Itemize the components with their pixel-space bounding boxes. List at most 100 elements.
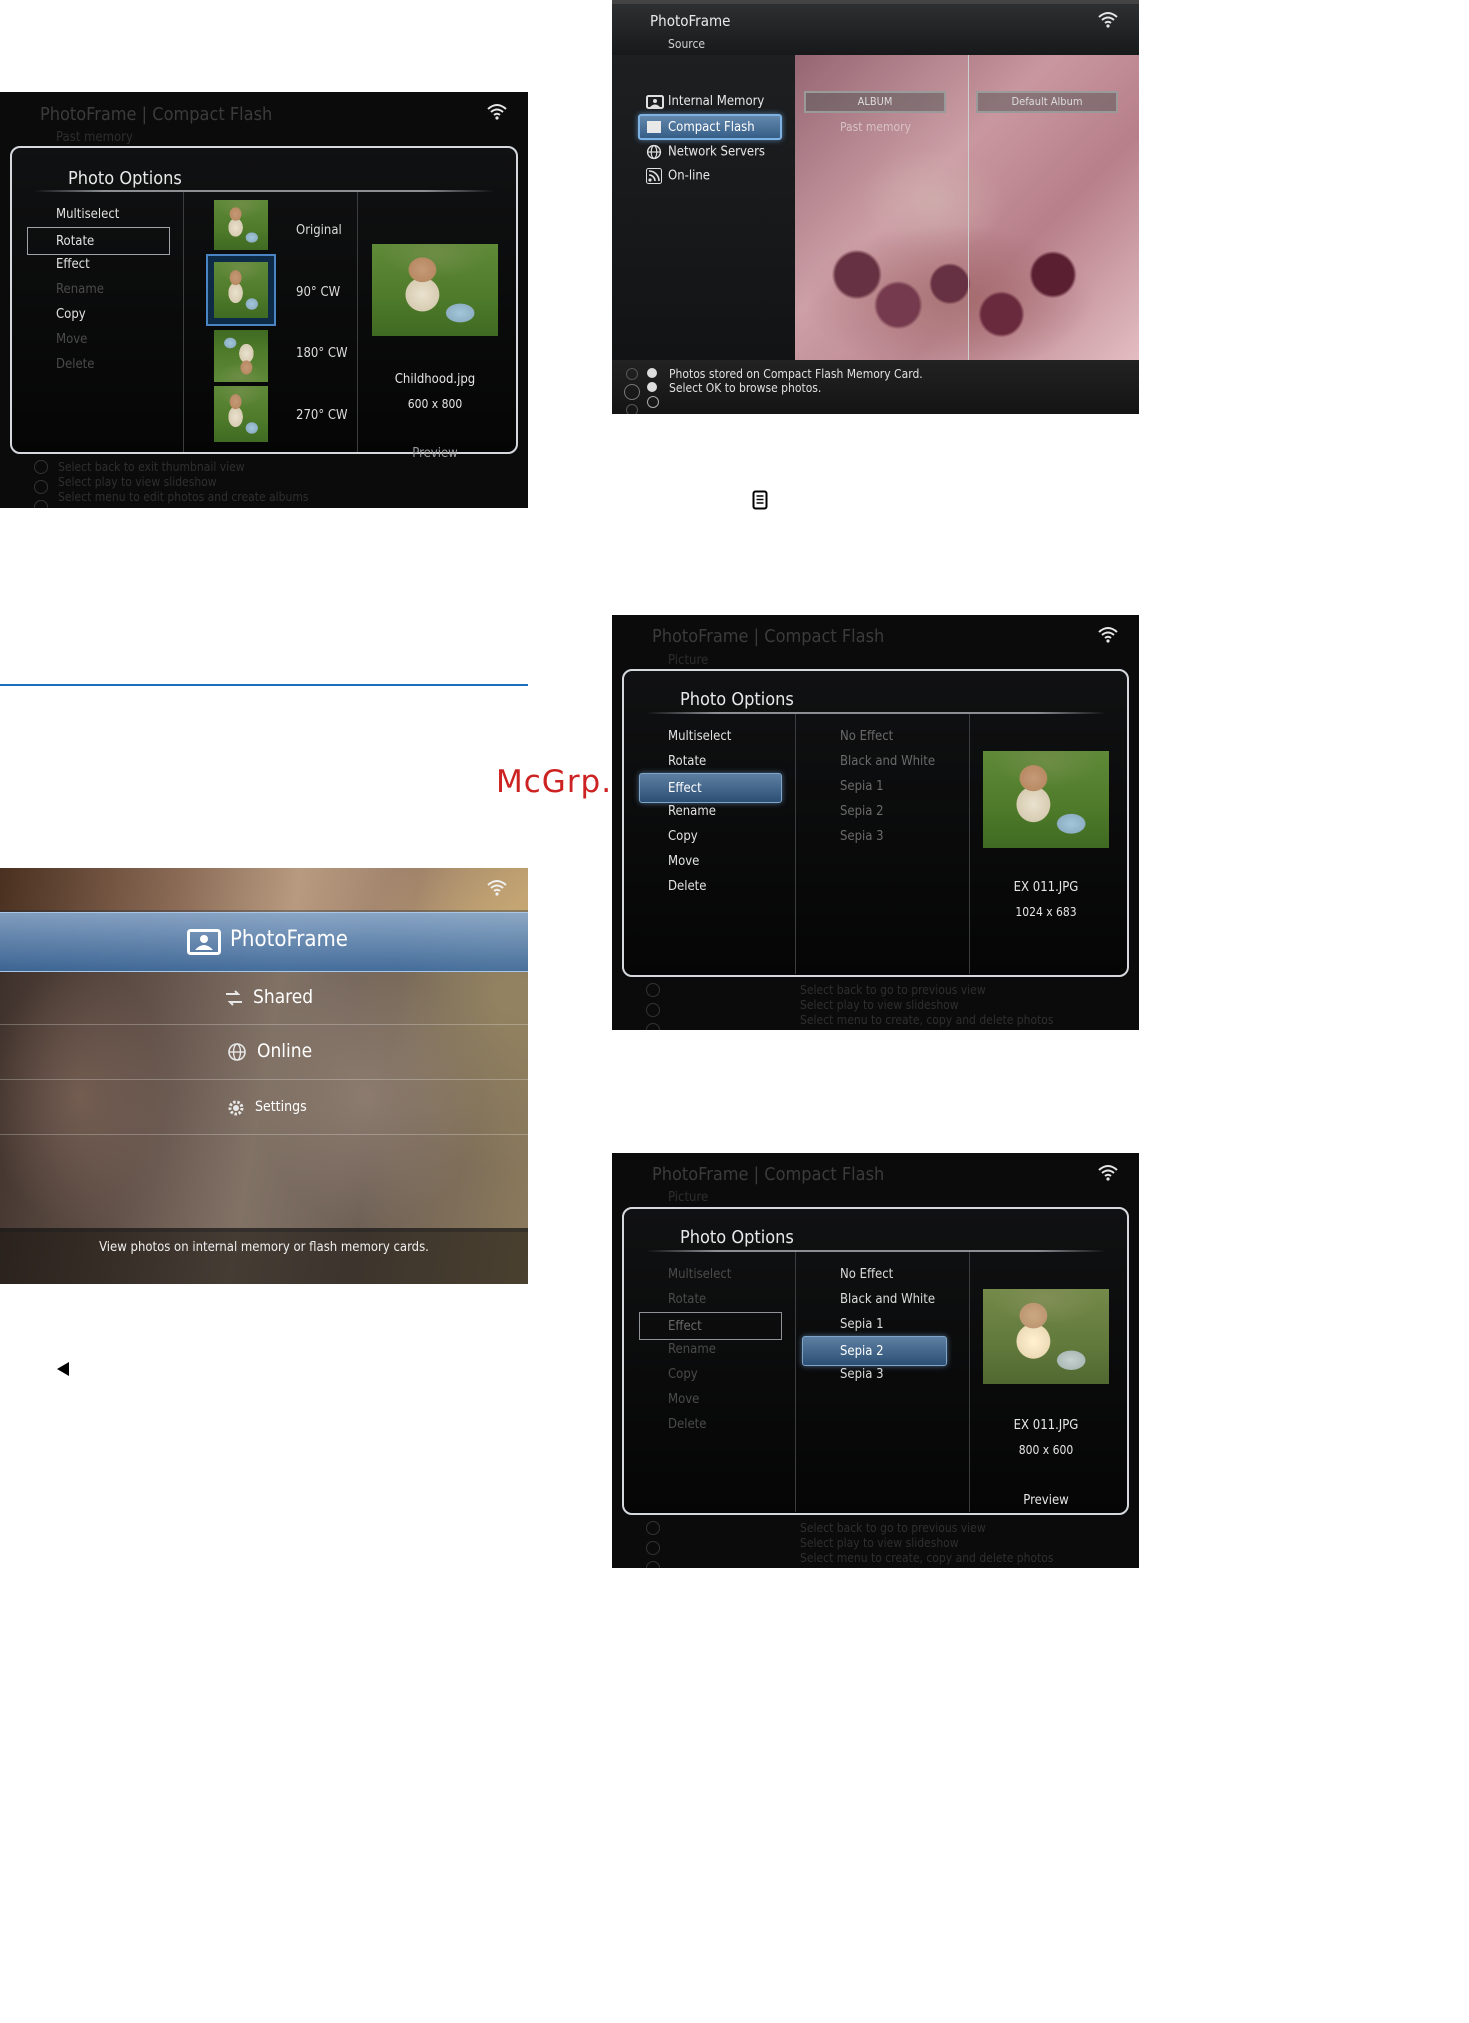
wifi-icon bbox=[1098, 627, 1118, 643]
option-no-effect[interactable]: No Effect bbox=[840, 729, 893, 744]
menu-item-multiselect[interactable]: Multiselect bbox=[668, 729, 731, 744]
status-text: View photos on internal memory or flash … bbox=[99, 1240, 429, 1255]
shared-icon bbox=[226, 990, 242, 1006]
column-divider bbox=[968, 55, 969, 360]
hint-storage: Photos stored on Compact Flash Memory Ca… bbox=[669, 367, 923, 381]
album-button[interactable]: ALBUM bbox=[804, 91, 946, 113]
file-name: EX 011.JPG bbox=[1013, 880, 1079, 895]
hint-ok: Select OK to browse photos. bbox=[669, 381, 822, 395]
hint-menu: Select menu to create, copy and delete p… bbox=[800, 1013, 1054, 1027]
globe-icon bbox=[228, 1043, 246, 1061]
screen-subtitle: Picture bbox=[668, 653, 709, 668]
option-sepia-2[interactable]: Sepia 2 bbox=[840, 804, 884, 819]
option-black-and-white[interactable]: Black and White bbox=[840, 754, 935, 769]
menu-item-delete[interactable]: Delete bbox=[668, 879, 706, 894]
hint-menu: Select menu to edit photos and create al… bbox=[58, 490, 309, 504]
source-label: On-line bbox=[668, 168, 710, 184]
file-dimensions: 800 x 600 bbox=[1018, 1443, 1074, 1457]
source-compact-flash[interactable]: Compact Flash bbox=[638, 114, 782, 140]
menu-item-rename[interactable]: Rename bbox=[668, 804, 716, 819]
option-sepia-2[interactable]: Sepia 2 bbox=[802, 1336, 947, 1366]
effect-screen-a: PhotoFrame | Compact Flash Picture Photo… bbox=[612, 615, 1139, 1030]
screen-subtitle: Past memory bbox=[56, 130, 133, 145]
rotate-thumb-270[interactable] bbox=[214, 386, 268, 442]
home-item-label: Settings bbox=[255, 1099, 307, 1115]
panel-title: Photo Options bbox=[68, 168, 182, 189]
hint-icons bbox=[34, 460, 48, 508]
menu-item-copy[interactable]: Copy bbox=[668, 1367, 698, 1382]
home-item-online[interactable]: Online bbox=[0, 1026, 528, 1078]
menu-item-effect[interactable]: Effect bbox=[639, 773, 782, 803]
menu-item-copy[interactable]: Copy bbox=[56, 307, 86, 322]
home-item-shared[interactable]: Shared bbox=[0, 972, 528, 1024]
menu-item-copy[interactable]: Copy bbox=[668, 829, 698, 844]
menu-item-multiselect[interactable]: Multiselect bbox=[56, 207, 119, 222]
menu-item-move[interactable]: Move bbox=[56, 332, 87, 347]
default-album-button[interactable]: Default Album bbox=[976, 91, 1118, 113]
menu-item-rename[interactable]: Rename bbox=[56, 282, 104, 297]
option-sepia-1[interactable]: Sepia 1 bbox=[840, 1317, 884, 1332]
menu-item-delete[interactable]: Delete bbox=[668, 1417, 706, 1432]
globe-icon bbox=[646, 144, 662, 160]
menu-item-move[interactable]: Move bbox=[668, 1392, 699, 1407]
hint-icons bbox=[646, 983, 660, 1030]
option-original[interactable]: Original bbox=[296, 223, 342, 238]
source-online[interactable]: On-line bbox=[646, 168, 710, 184]
option-sepia-3[interactable]: Sepia 3 bbox=[840, 829, 884, 844]
menu-key-icon bbox=[752, 490, 768, 510]
rotate-thumb-90 bbox=[214, 262, 268, 318]
panel-title-divider bbox=[34, 190, 494, 192]
menu-item-rotate[interactable]: Rotate bbox=[668, 754, 706, 769]
menu-item-rotate[interactable]: Rotate bbox=[668, 1292, 706, 1307]
panel-title-divider bbox=[646, 712, 1106, 714]
preview-image bbox=[983, 1289, 1109, 1384]
menu-item-rename[interactable]: Rename bbox=[668, 1342, 716, 1357]
source-label: Compact Flash bbox=[668, 120, 755, 135]
source-subtitle: Source bbox=[668, 37, 706, 51]
column-divider bbox=[795, 1252, 796, 1512]
screen-subtitle: Picture bbox=[668, 1190, 709, 1205]
preview-image bbox=[372, 244, 498, 336]
rotate-thumb-selected-frame[interactable] bbox=[206, 254, 276, 326]
menu-item-multiselect[interactable]: Multiselect bbox=[668, 1267, 731, 1282]
column-divider bbox=[357, 192, 358, 452]
option-90-cw[interactable]: 90° CW bbox=[296, 285, 340, 300]
home-item-label: Shared bbox=[253, 986, 314, 1008]
home-item-settings[interactable]: Settings bbox=[0, 1082, 528, 1134]
file-dimensions: 1024 x 683 bbox=[1015, 905, 1077, 919]
option-180-cw[interactable]: 180° CW bbox=[296, 346, 348, 361]
option-sepia-1[interactable]: Sepia 1 bbox=[840, 779, 884, 794]
option-black-and-white[interactable]: Black and White bbox=[840, 1292, 935, 1307]
hint-menu: Select menu to create, copy and delete p… bbox=[800, 1551, 1054, 1565]
wifi-icon bbox=[487, 880, 507, 896]
default-album-label: Default Album bbox=[1011, 95, 1083, 108]
file-dimensions: 600 x 800 bbox=[407, 397, 463, 411]
hint-icons bbox=[646, 1521, 660, 1568]
photoframe-icon bbox=[187, 929, 221, 955]
menu-item-delete[interactable]: Delete bbox=[56, 357, 94, 372]
home-item-label: PhotoFrame bbox=[230, 927, 348, 952]
source-label: Internal Memory bbox=[668, 94, 765, 109]
home-divider bbox=[0, 1024, 528, 1025]
option-sepia-3[interactable]: Sepia 3 bbox=[840, 1367, 884, 1382]
rotate-thumb-180[interactable] bbox=[214, 330, 268, 382]
section-divider bbox=[0, 684, 528, 686]
compact-flash-icon bbox=[647, 121, 661, 133]
source-network-servers[interactable]: Network Servers bbox=[646, 144, 765, 160]
menu-item-effect[interactable]: Effect bbox=[639, 1312, 782, 1340]
gear-icon bbox=[228, 1100, 244, 1116]
left-arrow-icon bbox=[57, 1362, 69, 1376]
panel-title-divider bbox=[646, 1250, 1106, 1252]
panel-title: Photo Options bbox=[680, 1227, 794, 1248]
menu-item-rotate[interactable]: Rotate bbox=[27, 227, 170, 255]
home-screen: PhotoFrame Shared Online Settings View p… bbox=[0, 868, 528, 1284]
rotate-thumb-original[interactable] bbox=[214, 200, 268, 250]
home-item-photoframe[interactable]: PhotoFrame bbox=[0, 912, 528, 972]
wifi-icon bbox=[1098, 12, 1118, 28]
menu-item-effect[interactable]: Effect bbox=[56, 257, 90, 272]
option-no-effect[interactable]: No Effect bbox=[840, 1267, 893, 1282]
column-divider bbox=[183, 192, 184, 452]
wifi-icon bbox=[1098, 1165, 1118, 1181]
source-internal-memory[interactable]: Internal Memory bbox=[646, 94, 764, 109]
menu-item-move[interactable]: Move bbox=[668, 854, 699, 869]
